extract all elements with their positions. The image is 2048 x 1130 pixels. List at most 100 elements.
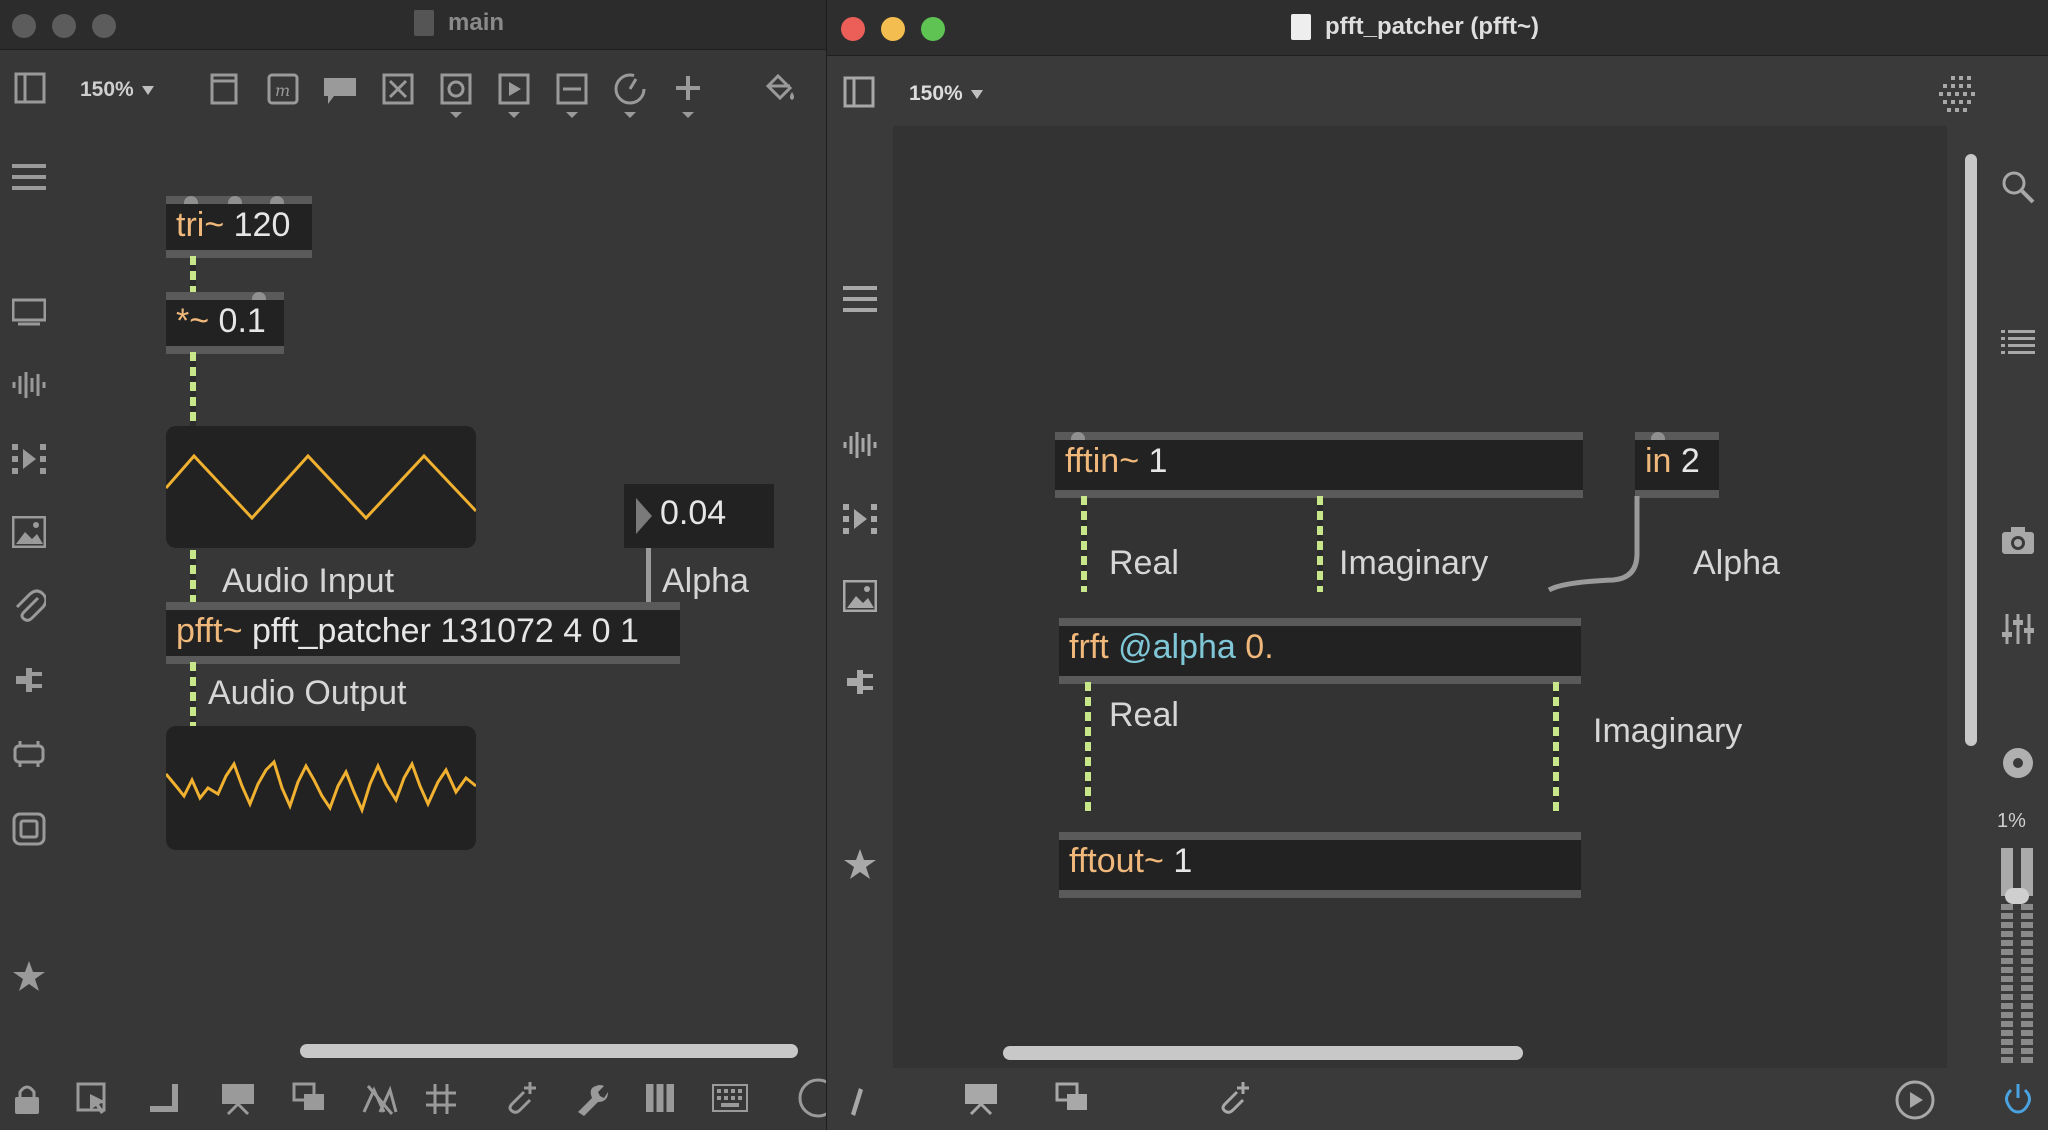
toggle-object-icon[interactable]: [440, 72, 472, 120]
video-clip-icon[interactable]: [843, 502, 877, 536]
star-icon[interactable]: [843, 848, 877, 880]
menu-icon[interactable]: [12, 162, 46, 192]
audio-status-icon[interactable]: [794, 1078, 826, 1118]
fftout-object[interactable]: fftout~ 1: [1059, 832, 1581, 898]
fftin-object[interactable]: fftin~ 1: [1055, 432, 1583, 498]
object-box-icon[interactable]: [208, 72, 240, 106]
paperclip-icon[interactable]: [12, 588, 46, 624]
inlet[interactable]: [270, 196, 284, 204]
main-patch-canvas[interactable]: tri~ 120 *~ 0.1 Audio Input 0.04 Alpha p…: [66, 122, 826, 1052]
search-icon[interactable]: [2001, 170, 2035, 204]
record-icon[interactable]: [2001, 746, 2035, 780]
volume-meter[interactable]: [1999, 848, 2037, 1066]
windows-icon[interactable]: [1055, 1082, 1089, 1114]
minimize-button[interactable]: [52, 14, 76, 38]
dial-object-icon[interactable]: [612, 70, 648, 120]
chevron-down-icon: [970, 89, 983, 99]
edit-pencil-icon[interactable]: [845, 1086, 865, 1116]
pfft-vertical-scrollbar[interactable]: [1965, 154, 1977, 746]
patch-cord[interactable]: [1085, 682, 1091, 812]
output-scope[interactable]: [166, 726, 476, 850]
button-object-icon[interactable]: [382, 72, 414, 106]
main-horizontal-scrollbar[interactable]: [300, 1044, 798, 1058]
inlet[interactable]: [252, 292, 266, 300]
video-clip-icon[interactable]: [12, 442, 46, 476]
sidebar-toggle-icon[interactable]: [14, 72, 46, 104]
inlet[interactable]: [228, 196, 242, 204]
presentation-icon[interactable]: [12, 296, 46, 326]
star-icon[interactable]: [12, 960, 46, 992]
close-button[interactable]: [12, 14, 36, 38]
slider-object-icon[interactable]: [556, 72, 588, 120]
plug-icon[interactable]: [843, 666, 877, 698]
audio-output-comment: Audio Output: [208, 674, 407, 712]
camera-icon[interactable]: [2001, 524, 2035, 556]
add-object-icon[interactable]: [672, 72, 704, 120]
zoom-dropdown[interactable]: 150%: [80, 78, 154, 102]
grid-icon[interactable]: [424, 1082, 458, 1116]
pfft-patch-canvas[interactable]: fftin~ 1 in 2 Real Imaginary Alpha frft …: [893, 126, 1947, 1068]
patch-cord[interactable]: [646, 548, 651, 602]
inlet[interactable]: [1651, 432, 1665, 440]
keyboard-piano-icon[interactable]: [644, 1082, 676, 1114]
patch-cord[interactable]: [190, 352, 196, 428]
alpha-patch-cord[interactable]: [1533, 494, 1653, 604]
lock-icon[interactable]: [12, 1082, 42, 1116]
in-object[interactable]: in 2: [1635, 432, 1719, 498]
input-scope[interactable]: [166, 426, 476, 548]
new-object-icon[interactable]: [1217, 1080, 1251, 1116]
snippet-icon[interactable]: [12, 812, 46, 846]
patch-cord[interactable]: [190, 256, 196, 292]
window-title: main: [448, 9, 505, 36]
keyboard-icon[interactable]: [712, 1084, 748, 1112]
frft-object[interactable]: frft @alpha 0.: [1059, 618, 1581, 684]
patch-cord[interactable]: [190, 662, 196, 726]
present-icon[interactable]: [963, 1082, 999, 1116]
close-button[interactable]: [841, 17, 865, 41]
menu-icon[interactable]: [843, 284, 877, 314]
maximize-button[interactable]: [921, 17, 945, 41]
main-toolbar: 150% m: [0, 56, 826, 122]
pfft-horizontal-scrollbar[interactable]: [1003, 1046, 1523, 1060]
new-object-icon[interactable]: [504, 1080, 538, 1116]
audio-waveform-icon[interactable]: [843, 430, 877, 460]
paint-bucket-icon[interactable]: [762, 70, 798, 104]
image-icon[interactable]: [843, 580, 877, 612]
power-icon[interactable]: [2003, 1082, 2033, 1114]
plug-icon[interactable]: [12, 664, 46, 696]
minimize-button[interactable]: [881, 17, 905, 41]
pfft-titlebar: pfft_patcher (pfft~): [827, 0, 2048, 56]
grid-dots-icon[interactable]: [1937, 74, 1977, 114]
device-icon[interactable]: [12, 738, 46, 770]
wrench-icon[interactable]: [574, 1082, 608, 1116]
inlet[interactable]: [184, 196, 198, 204]
present-icon[interactable]: [220, 1082, 256, 1116]
zoom-dropdown[interactable]: 150%: [909, 82, 983, 106]
select-tool-icon[interactable]: [76, 1082, 110, 1116]
image-icon[interactable]: [12, 516, 46, 548]
play-object-icon[interactable]: [498, 72, 530, 120]
presentation-mode-icon[interactable]: [148, 1082, 180, 1114]
message-box-icon[interactable]: m: [266, 72, 300, 106]
patch-cord[interactable]: [190, 550, 196, 602]
pfft-object[interactable]: pfft~ pfft_patcher 131072 4 0 1: [166, 602, 680, 664]
patch-cord[interactable]: [1081, 496, 1087, 592]
sidebar-toggle-icon[interactable]: [843, 76, 875, 108]
windows-icon[interactable]: [292, 1082, 326, 1114]
hide-cords-icon[interactable]: [362, 1082, 398, 1116]
list-icon[interactable]: [2001, 328, 2035, 358]
mixer-icon[interactable]: [2001, 612, 2035, 646]
alpha-number-box[interactable]: 0.04: [624, 484, 774, 548]
comment-icon[interactable]: [322, 74, 358, 106]
inlet[interactable]: [1071, 432, 1085, 440]
multiply-object[interactable]: *~ 0.1: [166, 292, 284, 354]
audio-waveform-icon[interactable]: [12, 370, 46, 400]
cpu-percentage: 1%: [1997, 810, 2026, 832]
audio-status-icon[interactable]: [1893, 1078, 1937, 1122]
volume-knob[interactable]: [2005, 888, 2029, 904]
tri-object[interactable]: tri~ 120: [166, 196, 312, 258]
maximize-button[interactable]: [92, 14, 116, 38]
patch-cord[interactable]: [1553, 682, 1559, 812]
real-comment: Real: [1109, 544, 1179, 582]
patch-cord[interactable]: [1317, 496, 1323, 592]
